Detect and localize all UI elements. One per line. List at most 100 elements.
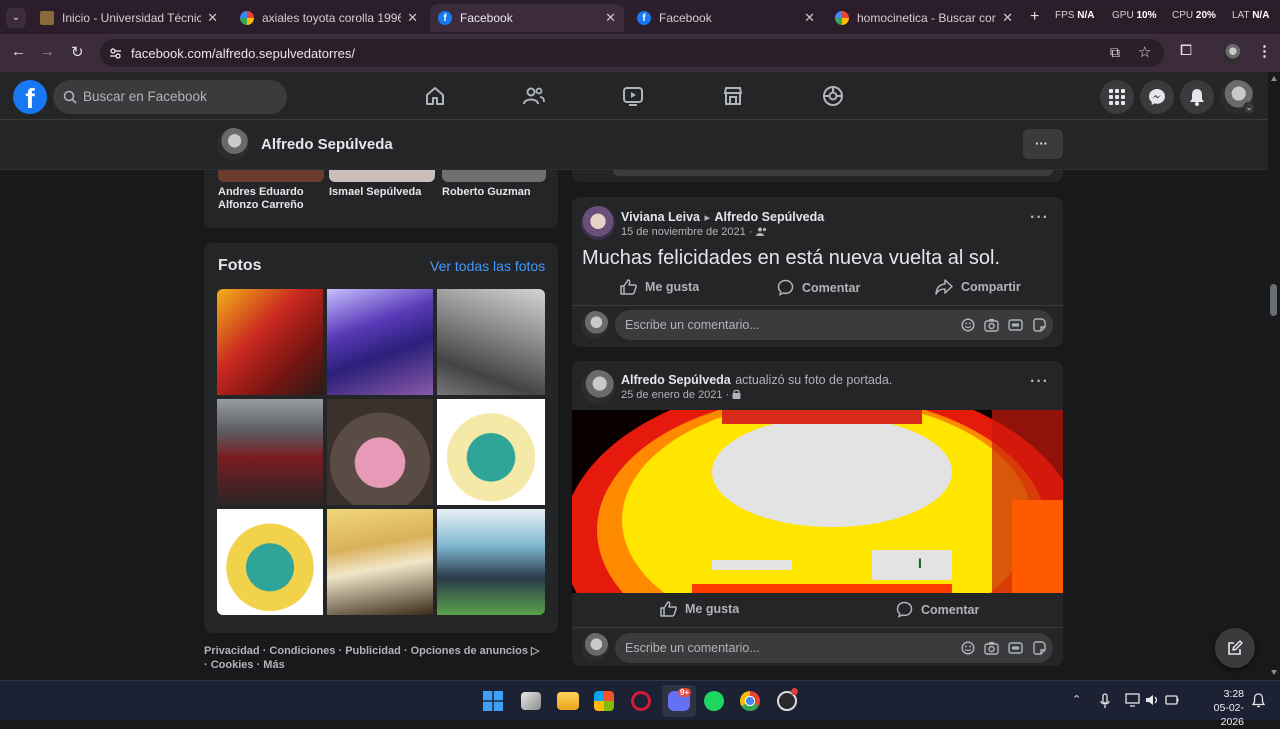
photo-thumbnail[interactable] [437,289,545,395]
post-date[interactable]: 15 de noviembre de 2021 · [621,226,767,238]
battery-icon[interactable] [1165,694,1179,706]
like-button[interactable]: Me gusta [660,601,739,617]
browser-tab[interactable]: Inicio - Universidad Técnica Fed ✕ [32,4,226,32]
facebook-logo[interactable]: f [13,80,47,114]
opera-icon[interactable] [631,691,651,711]
friend-photo[interactable] [442,170,546,182]
emoji-icon[interactable] [961,318,975,332]
post-date[interactable]: 25 de enero de 2021 · [621,389,741,401]
watch-video-icon[interactable] [621,84,645,108]
friend-name[interactable]: Andres Eduardo Alfonzo Carreño [218,186,318,212]
clock[interactable]: 3:28 05-02-2026 [1192,687,1244,729]
close-tab-icon[interactable]: ✕ [605,10,616,26]
messenger-button[interactable] [1140,80,1174,114]
photo-thumbnail[interactable] [217,509,323,615]
camera-icon[interactable] [984,318,999,332]
commenter-avatar[interactable] [581,311,609,339]
notifications-button[interactable] [1180,80,1214,114]
camera-icon[interactable] [984,641,999,655]
profile-avatar[interactable] [217,128,249,160]
friend-name[interactable]: Roberto Guzman [442,186,546,198]
author-avatar[interactable] [581,370,615,404]
author-name[interactable]: Alfredo Sepúlveda [621,373,731,387]
address-bar[interactable]: facebook.com/alfredo.sepulvedatorres/ ⧉ … [100,39,1164,67]
forward-arrow-icon[interactable]: → [40,43,55,60]
gif-icon[interactable] [1008,318,1023,332]
friend-name[interactable]: Ismael Sepúlveda [329,186,435,198]
install-app-icon[interactable]: ⧉ [1110,44,1120,61]
chevron-down-icon[interactable]: ⌄ [1243,102,1255,114]
comment-button[interactable]: Comentar [896,601,979,618]
photo-thumbnail[interactable] [437,509,545,615]
profile-more-button[interactable]: ··· [1023,129,1063,159]
tab-search-dropdown[interactable]: ⌄ [6,8,26,28]
browser-tab-active[interactable]: f Facebook ✕ [430,4,624,32]
comment-input-partial[interactable] [613,170,1053,176]
browser-tab[interactable]: axiales toyota corolla 1996 - Bu ✕ [232,4,426,32]
notification-bell-icon[interactable] [1252,693,1265,708]
friends-icon[interactable] [522,84,546,108]
photo-thumbnail[interactable] [327,289,433,395]
menu-grid-button[interactable] [1100,80,1134,114]
photo-thumbnail[interactable] [327,509,433,615]
browser-menu-icon[interactable]: ⋮ [1257,42,1272,60]
volume-icon[interactable] [1145,693,1160,707]
photo-thumbnail[interactable] [217,289,323,395]
chrome-icon[interactable] [740,691,760,711]
photo-thumbnail[interactable] [217,399,323,505]
scroll-up-arrow-icon[interactable] [1271,76,1277,81]
footer-links[interactable]: Privacidad · Condiciones · Publicidad · … [204,644,544,672]
cover-photo-image[interactable]: I [572,410,1063,593]
chevron-up-icon[interactable]: ⌃ [1072,693,1081,706]
extensions-icon[interactable]: ⧠ [1180,42,1192,59]
photo-thumbnail[interactable] [437,399,545,505]
gaming-icon[interactable] [821,84,845,108]
profile-name[interactable]: Alfredo Sepúlveda [261,136,393,153]
post-options-icon[interactable]: ··· [1030,209,1049,227]
commenter-avatar[interactable] [581,633,609,661]
spotify-icon[interactable] [704,691,724,711]
browser-tab[interactable]: f Facebook ✕ [629,4,823,32]
microsoft-store-icon[interactable] [594,691,614,711]
comment-input[interactable]: Escribe un comentario... [615,633,1053,663]
friend-photo[interactable] [329,170,435,182]
post-options-icon[interactable]: ··· [1030,373,1049,391]
display-icon[interactable] [1125,693,1140,707]
scrollbar-thumb[interactable] [1270,284,1277,316]
new-tab-button[interactable]: + [1030,8,1039,26]
browser-profile-avatar[interactable] [1223,44,1241,62]
share-button[interactable]: Compartir [935,279,1021,295]
target-name[interactable]: Alfredo Sepúlveda [714,210,824,224]
back-arrow-icon[interactable]: ← [11,43,26,60]
file-explorer-icon[interactable] [557,692,579,710]
comment-button[interactable]: Comentar [777,279,860,296]
sticker-icon[interactable] [1032,318,1046,332]
bookmark-star-icon[interactable]: ☆ [1138,43,1151,61]
close-tab-icon[interactable]: ✕ [407,10,418,26]
like-button[interactable]: Me gusta [620,279,699,295]
windows-start-icon[interactable] [483,691,503,711]
marketplace-icon[interactable] [721,84,745,108]
close-tab-icon[interactable]: ✕ [1002,10,1013,26]
photo-thumbnail[interactable] [327,399,433,505]
new-message-button[interactable] [1215,628,1255,668]
see-all-photos-link[interactable]: Ver todas las fotos [430,258,545,274]
scroll-down-arrow-icon[interactable] [1271,670,1277,675]
site-info-icon[interactable] [109,47,122,60]
friend-photo[interactable] [218,170,324,182]
author-name[interactable]: Viviana Leiva [621,210,700,224]
comment-input[interactable]: Escribe un comentario... [615,310,1053,340]
sticker-icon[interactable] [1032,641,1046,655]
task-view-icon[interactable] [521,692,541,710]
gif-icon[interactable] [1008,641,1023,655]
close-tab-icon[interactable]: ✕ [804,10,815,26]
home-icon[interactable] [423,84,447,108]
author-avatar[interactable] [581,206,615,240]
reload-icon[interactable]: ↻ [71,43,84,61]
page-scrollbar[interactable] [1268,72,1280,680]
browser-tab[interactable]: homocinetica - Buscar con Goo ✕ [827,4,1021,32]
close-tab-icon[interactable]: ✕ [207,10,218,26]
facebook-search-input[interactable]: Buscar en Facebook [53,80,287,114]
emoji-icon[interactable] [961,641,975,655]
microphone-icon[interactable] [1100,693,1110,709]
